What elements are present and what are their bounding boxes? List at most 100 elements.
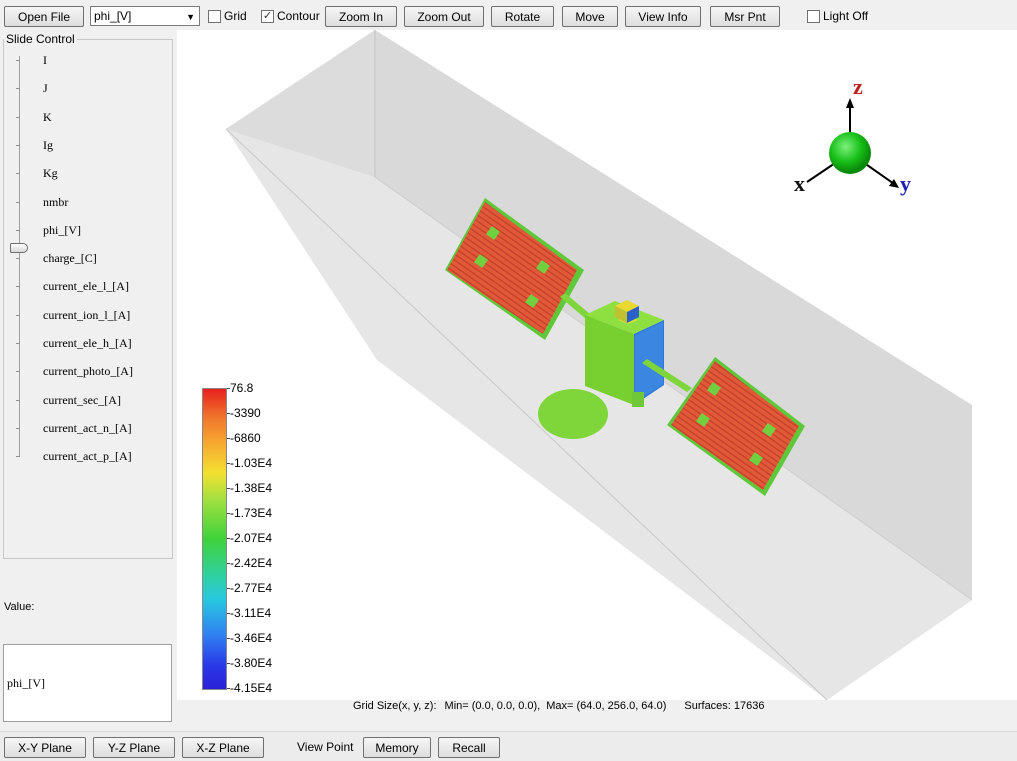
surfaces-count: Surfaces: 17636	[684, 700, 765, 712]
colorbar-tick	[227, 538, 230, 539]
value-text: phi_[V]	[7, 675, 45, 690]
slider-tick	[16, 144, 20, 146]
slider-tick	[16, 286, 20, 288]
zoom-in-button[interactable]: Zoom In	[325, 6, 397, 27]
slide-item-label[interactable]: current_photo_[A]	[43, 364, 133, 379]
slide-item-label[interactable]: Ig	[43, 138, 53, 153]
colorbar-tick	[227, 438, 230, 439]
slider-tick	[16, 60, 20, 61]
colorbar-label: -3390	[230, 406, 261, 420]
slider-tick	[16, 456, 20, 458]
value-label: Value:	[4, 601, 35, 613]
colorbar-label: -2.42E4	[230, 556, 273, 570]
slide-control-title: Slide Control	[4, 32, 77, 46]
colorbar-label: -1.38E4	[230, 481, 273, 495]
grid-info: Grid Size(x, y, z): Min= (0.0, 0.0, 0.0)…	[353, 700, 765, 712]
grid-size-label: Grid Size(x, y, z):	[353, 700, 437, 712]
colorbar-tick	[227, 388, 230, 389]
contour-checkbox-box[interactable]: ✓	[261, 9, 274, 23]
contour-checkbox[interactable]: ✓ Contour	[261, 9, 320, 23]
slide-item-label[interactable]: current_ion_l_[A]	[43, 308, 130, 323]
variable-select-value: phi_[V]	[94, 9, 132, 23]
chevron-down-icon: ▼	[186, 12, 195, 22]
slide-item-label[interactable]: charge_[C]	[43, 251, 97, 266]
colorbar-tick	[227, 663, 230, 664]
colorbar-tick	[227, 613, 230, 614]
xy-plane-button[interactable]: X-Y Plane	[4, 737, 86, 758]
colorbar-tick	[227, 688, 230, 689]
grid-min: Min= (0.0, 0.0, 0.0),	[444, 700, 541, 712]
colorbar-label: -3.46E4	[230, 631, 273, 645]
view-info-button[interactable]: View Info	[625, 6, 701, 27]
rotate-button[interactable]: Rotate	[491, 6, 554, 27]
slide-control-group	[3, 39, 173, 559]
slide-item-label[interactable]: K	[43, 110, 52, 125]
move-button[interactable]: Move	[562, 6, 618, 27]
colorbar-tick	[227, 463, 230, 464]
colorbar-tick	[227, 563, 230, 564]
light-off-checkbox-box[interactable]	[807, 9, 820, 23]
colorbar-tick	[227, 638, 230, 639]
slider-thumb[interactable]	[10, 243, 28, 253]
axis-x-label: x	[794, 171, 805, 196]
colorbar-label: -2.07E4	[230, 531, 273, 545]
slider-tick	[16, 371, 20, 373]
yz-plane-button[interactable]: Y-Z Plane	[93, 737, 175, 758]
antenna-dish	[538, 389, 608, 439]
contour-checkbox-label: Contour	[277, 9, 320, 23]
slider-tick	[16, 229, 20, 231]
axis-y-label: y	[900, 171, 911, 196]
colorbar-tick	[227, 413, 230, 414]
grid-checkbox[interactable]: Grid	[208, 9, 247, 23]
slide-item-label[interactable]: current_ele_l_[A]	[43, 279, 129, 294]
grid-checkbox-box[interactable]	[208, 9, 221, 23]
slider-tick	[16, 343, 20, 344]
slider-tick	[16, 258, 20, 260]
colorbar-label: -4.15E4	[230, 681, 273, 695]
open-file-button[interactable]: Open File	[4, 6, 84, 27]
3d-scene[interactable]	[177, 30, 1017, 700]
grid-checkbox-label: Grid	[224, 9, 247, 23]
memory-button[interactable]: Memory	[363, 737, 431, 758]
slider-tick	[16, 173, 20, 175]
colorbar-tick	[227, 513, 230, 514]
slider-tick	[16, 88, 20, 90]
slider-tick	[16, 314, 20, 316]
light-off-checkbox-label: Light Off	[823, 9, 869, 23]
slide-item-label[interactable]: current_sec_[A]	[43, 393, 121, 408]
slide-item-label[interactable]: phi_[V]	[43, 223, 81, 238]
colorbar-tick	[227, 488, 230, 489]
colorbar	[202, 388, 227, 690]
slider-tick	[16, 201, 20, 203]
slide-item-label[interactable]: current_act_n_[A]	[43, 421, 132, 436]
grid-max: Max= (64.0, 256.0, 64.0)	[546, 700, 667, 712]
colorbar-label: -3.11E4	[230, 606, 272, 620]
colorbar-label: -6860	[230, 431, 261, 445]
slide-control-panel: Slide Control I J K Ig Kg nmbr phi_[V] charge_[…	[0, 30, 177, 722]
slider-tick	[16, 399, 20, 401]
axis-z-label: z	[853, 74, 863, 99]
colorbar-tick	[227, 588, 230, 589]
colorbar-label: 76.8	[230, 381, 254, 395]
axes-gizmo	[806, 98, 899, 188]
value-display: phi_[V]	[3, 644, 172, 722]
slide-item-label[interactable]: Kg	[43, 166, 58, 181]
slide-item-label[interactable]: nmbr	[43, 195, 68, 210]
slide-item-label[interactable]: current_act_p_[A]	[43, 449, 132, 464]
xz-plane-button[interactable]: X-Z Plane	[182, 737, 264, 758]
zoom-out-button[interactable]: Zoom Out	[404, 6, 484, 27]
slide-item-label[interactable]: I	[43, 53, 47, 68]
slide-item-label[interactable]: J	[43, 81, 48, 96]
view-point-label: View Point	[297, 740, 354, 754]
recall-button[interactable]: Recall	[438, 737, 500, 758]
colorbar-label: -1.73E4	[230, 506, 273, 520]
colorbar-label: -3.80E4	[230, 656, 273, 670]
light-off-checkbox[interactable]: Light Off	[807, 9, 868, 23]
slider-tick	[16, 116, 20, 118]
colorbar-label: -2.77E4	[230, 581, 273, 595]
variable-select[interactable]: phi_[V] ▼	[90, 6, 200, 26]
slide-item-label[interactable]: current_ele_h_[A]	[43, 336, 132, 351]
colorbar-label: -1.03E4	[230, 456, 273, 470]
3d-viewport[interactable]	[177, 30, 1017, 700]
msr-pnt-button[interactable]: Msr Pnt	[710, 6, 780, 27]
